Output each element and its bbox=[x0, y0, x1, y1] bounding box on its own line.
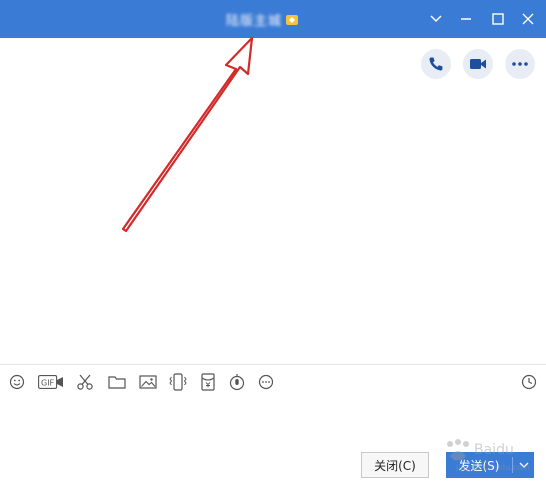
input-divider bbox=[0, 364, 546, 365]
file-button[interactable] bbox=[106, 372, 128, 392]
more-icon bbox=[258, 374, 274, 390]
svg-text:Baidu: Baidu bbox=[474, 442, 514, 458]
close-button[interactable]: 关闭(C) bbox=[361, 452, 429, 478]
emoji-button[interactable] bbox=[6, 372, 28, 392]
scissors-icon bbox=[77, 374, 93, 390]
shake-button[interactable] bbox=[167, 372, 189, 392]
gif-button[interactable]: GIF bbox=[38, 372, 64, 392]
clock-icon bbox=[521, 374, 537, 390]
gif-icon: GIF bbox=[38, 375, 63, 389]
emoji-icon bbox=[9, 374, 25, 390]
voice-icon bbox=[229, 374, 245, 391]
red-packet-icon bbox=[201, 373, 215, 391]
image-icon bbox=[139, 375, 157, 389]
shake-icon bbox=[169, 373, 187, 391]
voice-message-button[interactable] bbox=[226, 372, 248, 392]
folder-icon bbox=[108, 376, 126, 389]
screenshot-button[interactable] bbox=[74, 372, 96, 392]
more-tools-button[interactable] bbox=[255, 372, 277, 392]
red-packet-button[interactable] bbox=[197, 372, 219, 392]
baidu-watermark-logo: Baidu jingyan.baidu.com bbox=[447, 439, 530, 472]
gif-label: GIF bbox=[41, 379, 55, 388]
message-history-button[interactable] bbox=[518, 372, 540, 392]
image-button[interactable] bbox=[137, 372, 159, 392]
svg-text:jingyan.baidu.com: jingyan.baidu.com bbox=[455, 463, 530, 472]
